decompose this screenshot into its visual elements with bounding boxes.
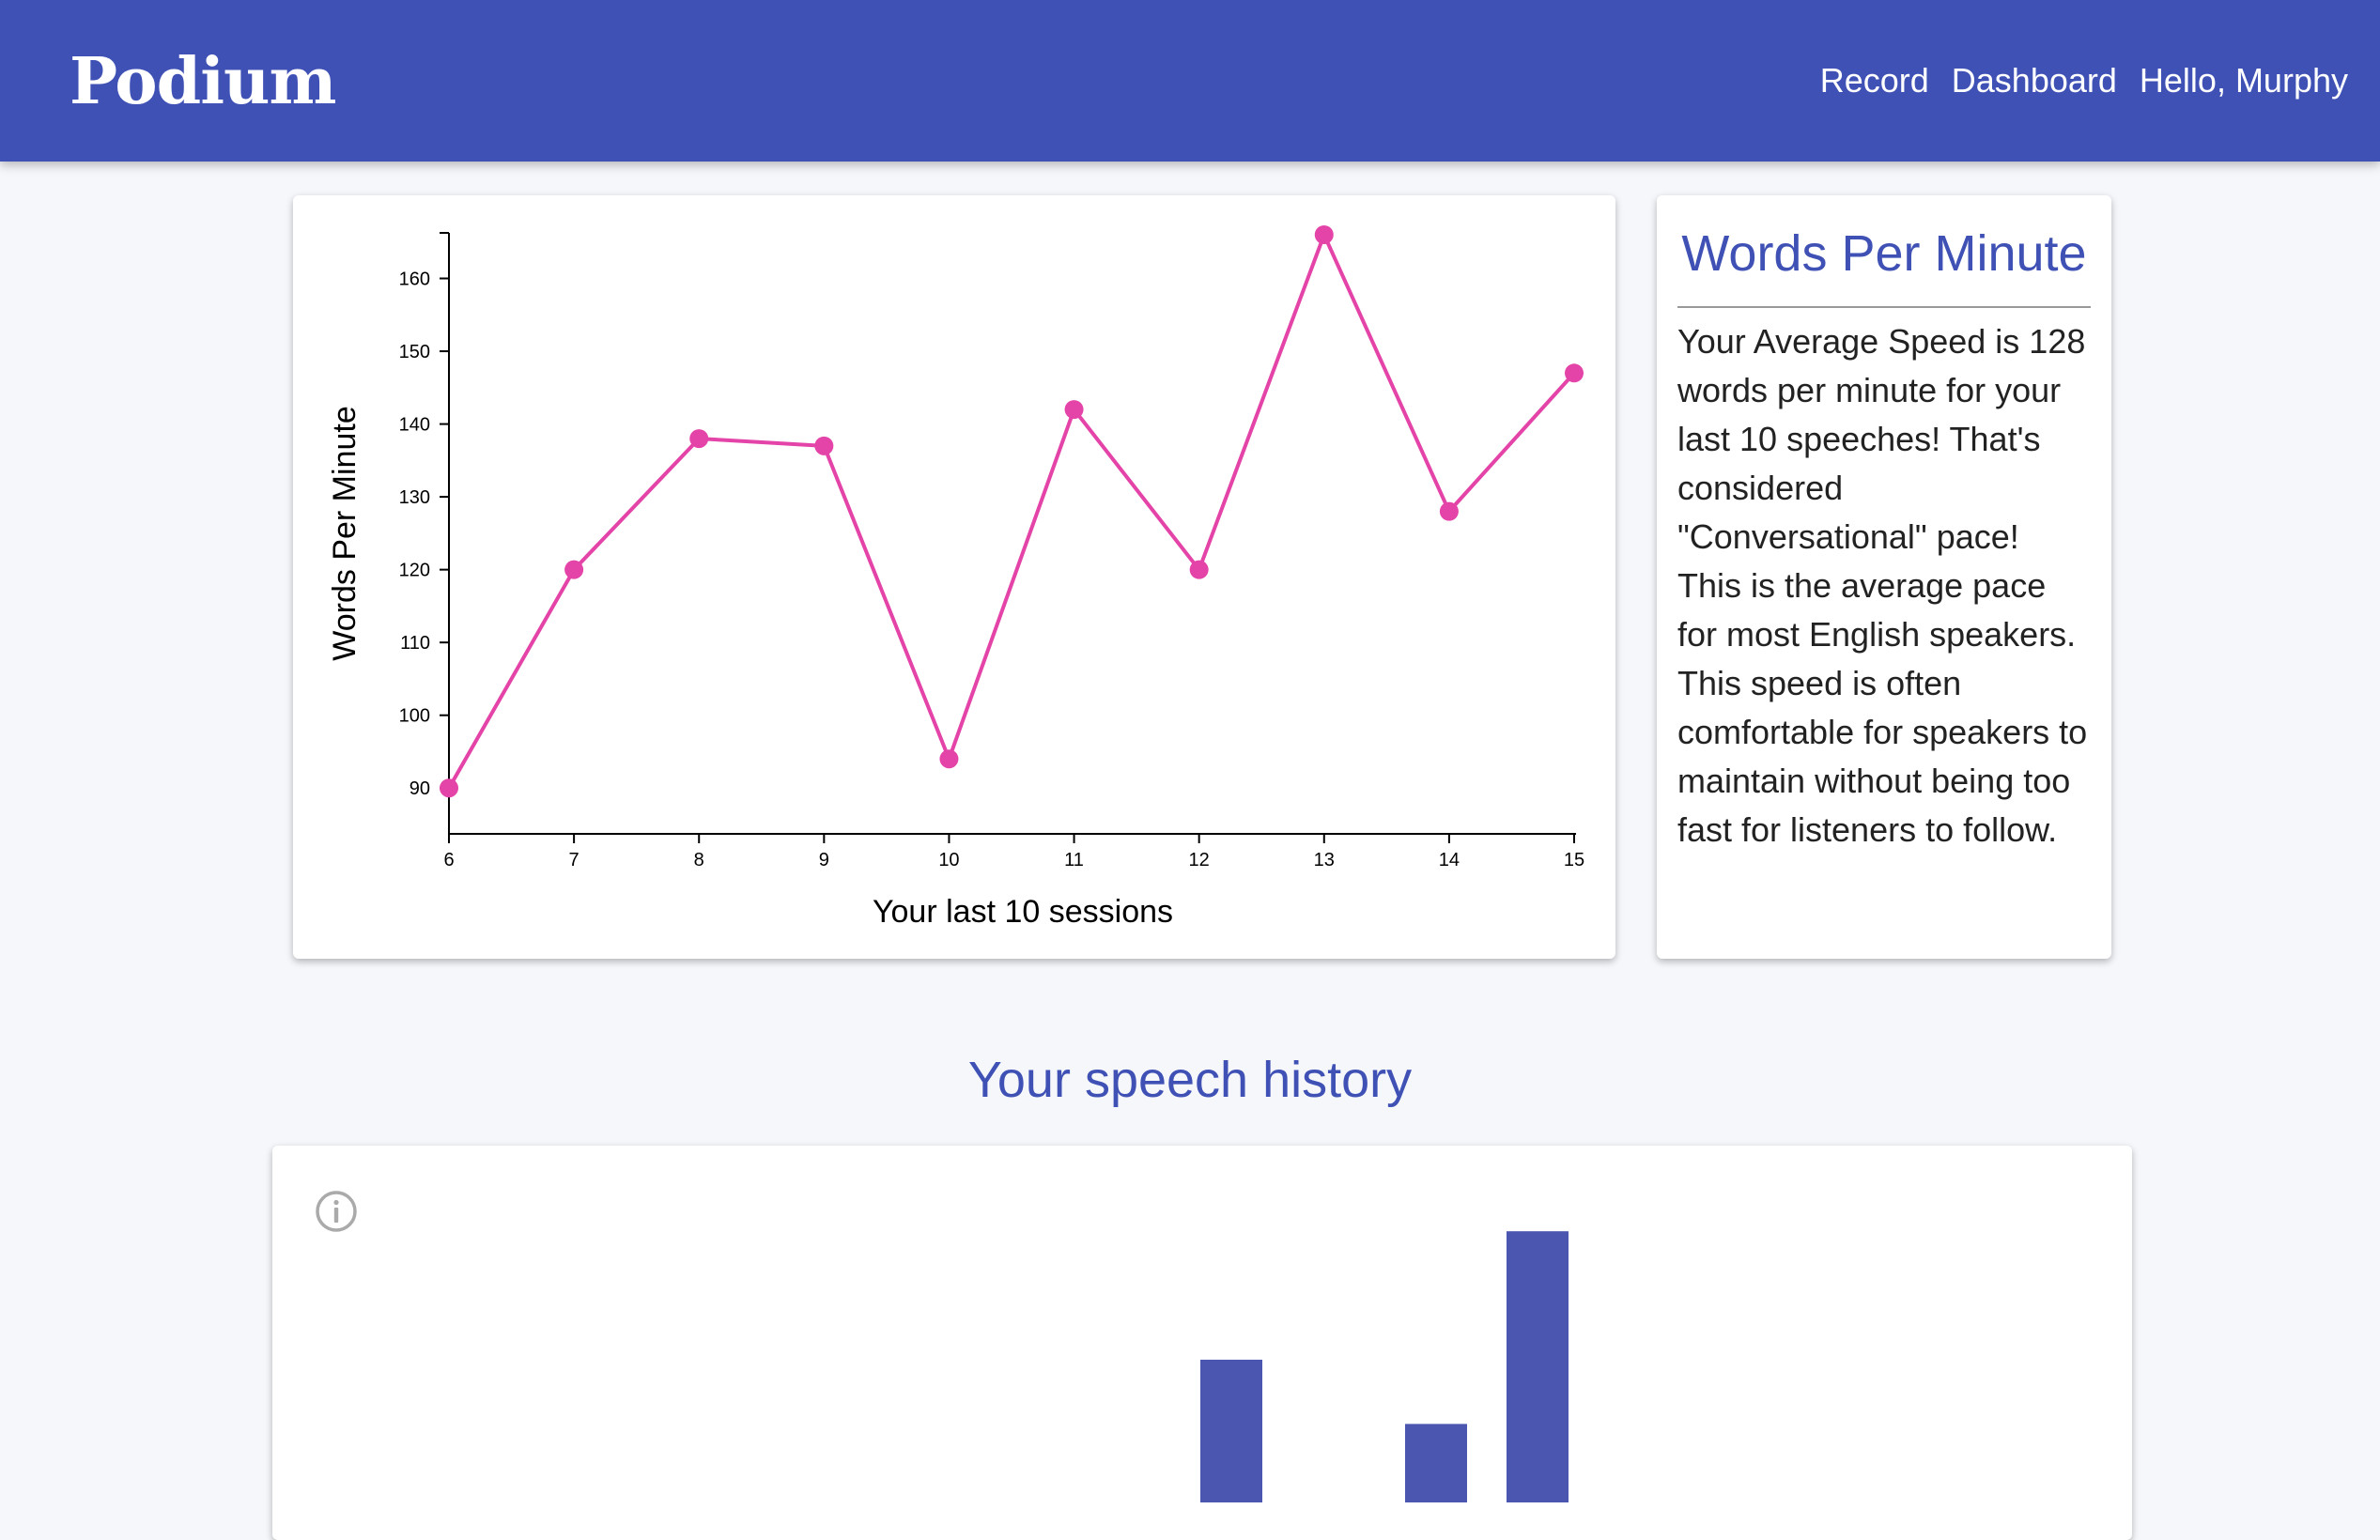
wpm-line-chart: 90 100 110 120 130 140 150 160 6 7 8 9 10 11 12 13 14 15 Y… [327,225,1584,930]
x-tick-label: 12 [1189,850,1210,870]
speech-history-bar-chart [1200,1231,1569,1502]
history-bar [1405,1424,1467,1502]
wpm-data-point [440,778,458,798]
wpm-series-line [447,233,1576,790]
wpm-chart-card: 90 100 110 120 130 140 150 160 6 7 8 9 10 11 12 13 14 15 Y… [293,195,1615,959]
wpm-data-point [689,429,709,449]
y-tick-label: 100 [399,706,430,727]
x-tick-label: 7 [569,850,580,870]
nav-dashboard-link[interactable]: Dashboard [1952,56,2117,105]
wpm-panel-title: Words Per Minute [1677,220,2091,308]
top-navbar: Podium Record Dashboard Hello, Murphy [0,0,2380,162]
y-tick-label: 150 [399,342,430,362]
x-tick-label: 11 [1064,850,1084,870]
y-tick-label: 130 [399,487,430,508]
x-axis-label: Your last 10 sessions [873,894,1173,930]
y-tick-label: 110 [400,633,430,654]
y-axis-label: Words Per Minute [327,406,363,660]
y-tick-label: 90 [410,778,430,799]
nav-links: Record Dashboard Hello, Murphy [1820,56,2348,105]
wpm-data-point [564,560,584,579]
x-tick-label: 8 [694,850,704,870]
wpm-panel-description: Your Average Speed is 128 words per minu… [1677,322,2088,849]
x-tick-label: 15 [1564,850,1584,870]
y-tick-label: 140 [399,415,430,436]
history-bar [1507,1231,1569,1502]
x-tick-label: 6 [443,850,454,870]
wpm-data-point [939,749,959,769]
x-tick-label: 14 [1439,850,1460,870]
wpm-data-point [1314,225,1334,244]
brand-logo[interactable]: Podium [70,39,336,124]
wpm-data-point [1064,400,1084,420]
y-tick-label: 120 [399,561,430,581]
y-tick-label: 160 [399,270,430,290]
wpm-info-card: Words Per Minute Your Average Speed is 1… [1657,195,2111,959]
wpm-data-point [1189,560,1209,579]
wpm-data-point [1439,501,1459,521]
speech-history-card [272,1146,2132,1540]
nav-record-link[interactable]: Record [1820,56,1929,105]
x-tick-label: 13 [1314,850,1335,870]
nav-user-greeting[interactable]: Hello, Murphy [2140,56,2348,105]
speech-history-title: Your speech history [967,1052,1413,1108]
history-bar [1200,1360,1262,1502]
x-tick-label: 9 [819,850,829,870]
x-tick-label: 10 [938,850,959,870]
wpm-data-point [814,436,834,455]
wpm-data-point [1565,363,1584,383]
